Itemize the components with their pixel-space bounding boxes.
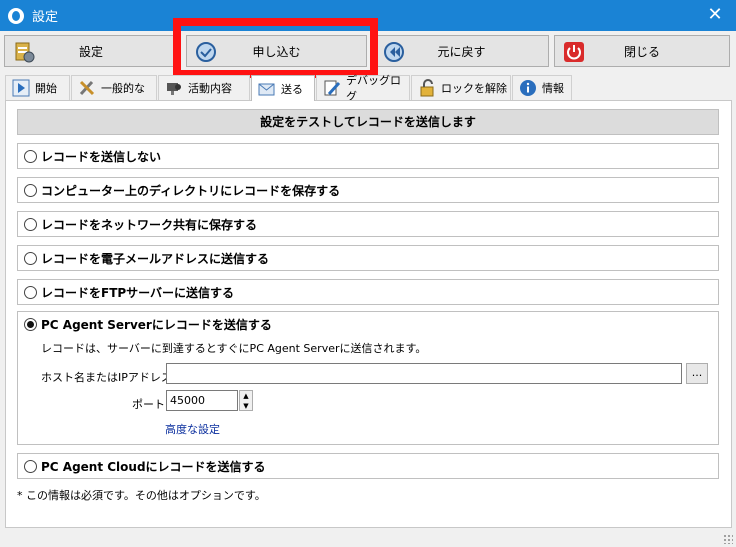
close-window-icon[interactable]: ✕ [704,4,726,26]
radio-save-local-directory[interactable] [24,183,37,197]
window-title: 設定 [32,10,59,25]
tab-unlock[interactable]: ロックを解除 [411,75,511,100]
tab-start[interactable]: 開始 [5,75,70,100]
settings-tools-icon [15,42,35,63]
tab-send[interactable]: 送る [251,75,315,101]
option-pc-agent-server-group: PC Agent Serverにレコードを送信する レコードは、サーバーに到達す… [17,311,719,445]
required-footnote: * この情報は必須です。その他はオプションです。 [17,489,266,502]
option-save-local-directory-label: コンピューター上のディレクトリにレコードを保存する [41,183,341,198]
port-label: ポート: [132,398,169,411]
option-network-share-label: レコードをネットワーク共有に保存する [41,217,258,232]
info-icon [520,80,536,96]
play-icon [12,79,30,97]
revert-button[interactable]: 元に戻す [374,35,549,67]
pencil-notepad-icon [324,80,341,96]
host-input[interactable] [166,363,682,384]
padlock-icon [420,79,434,97]
radio-ftp[interactable] [24,285,37,299]
tab-info[interactable]: 情報 [512,75,572,100]
tab-general-label: 一般的な [101,82,145,95]
tab-general[interactable]: 一般的な [71,75,157,100]
tab-start-label: 開始 [35,82,57,95]
radio-pc-agent-cloud[interactable] [24,459,37,473]
option-pc-agent-server-label: PC Agent Serverにレコードを送信する [41,318,272,332]
server-description: レコードは、サーバーに到達するとすぐにPC Agent Serverに送信されま… [41,342,427,355]
highlight-box [173,18,378,78]
envelope-send-icon [258,83,275,95]
browse-button[interactable]: ... [686,363,708,384]
option-ftp[interactable]: レコードをFTPサーバーに送信する [17,279,719,305]
option-no-send[interactable]: レコードを送信しない [17,143,719,169]
option-save-local-directory[interactable]: コンピューター上のディレクトリにレコードを保存する [17,177,719,203]
option-network-share[interactable]: レコードをネットワーク共有に保存する [17,211,719,237]
close-button[interactable]: 閉じる [554,35,730,67]
option-no-send-label: レコードを送信しない [41,149,162,164]
radio-no-send[interactable] [24,149,37,163]
host-label: ホスト名またはIPアドレス*: [41,371,182,384]
tab-info-label: 情報 [542,82,564,95]
resize-grip-icon[interactable] [723,534,733,544]
tab-unlock-label: ロックを解除 [441,82,507,95]
option-email-label: レコードを電子メールアドレスに送信する [41,251,270,266]
tab-activity-label: 活動内容 [188,82,232,95]
port-input[interactable]: 45000 [166,390,238,411]
send-settings-panel: 設定をテストしてレコードを送信します レコードを送信しない コンピューター上のデ… [5,100,732,528]
stepper-up-icon[interactable]: ▲ [240,391,252,401]
advanced-settings-link[interactable]: 高度な設定 [165,421,220,437]
option-ftp-label: レコードをFTPサーバーに送信する [41,285,235,300]
option-pc-agent-server[interactable]: PC Agent Serverにレコードを送信する [18,316,272,333]
wrench-screwdriver-icon [79,80,95,96]
radio-pc-agent-server[interactable] [24,318,37,331]
app-icon [8,7,24,24]
section-header: 設定をテストしてレコードを送信します [17,109,719,135]
option-pc-agent-cloud[interactable]: PC Agent Cloudにレコードを送信する [17,453,719,479]
option-email[interactable]: レコードを電子メールアドレスに送信する [17,245,719,271]
tab-send-label: 送る [281,82,303,96]
cctv-camera-icon [167,83,181,95]
tab-debug-log[interactable]: デバッグログ [316,74,410,103]
port-stepper[interactable]: ▲ ▼ [239,390,253,411]
radio-email[interactable] [24,251,37,265]
power-icon [564,42,584,62]
settings-button[interactable]: 設定 [4,35,178,67]
stepper-down-icon[interactable]: ▼ [240,401,252,411]
option-pc-agent-cloud-label: PC Agent Cloudにレコードを送信する [41,459,266,474]
tab-activity[interactable]: 活動内容 [158,75,250,100]
radio-network-share[interactable] [24,217,37,231]
rewind-icon [384,42,404,62]
